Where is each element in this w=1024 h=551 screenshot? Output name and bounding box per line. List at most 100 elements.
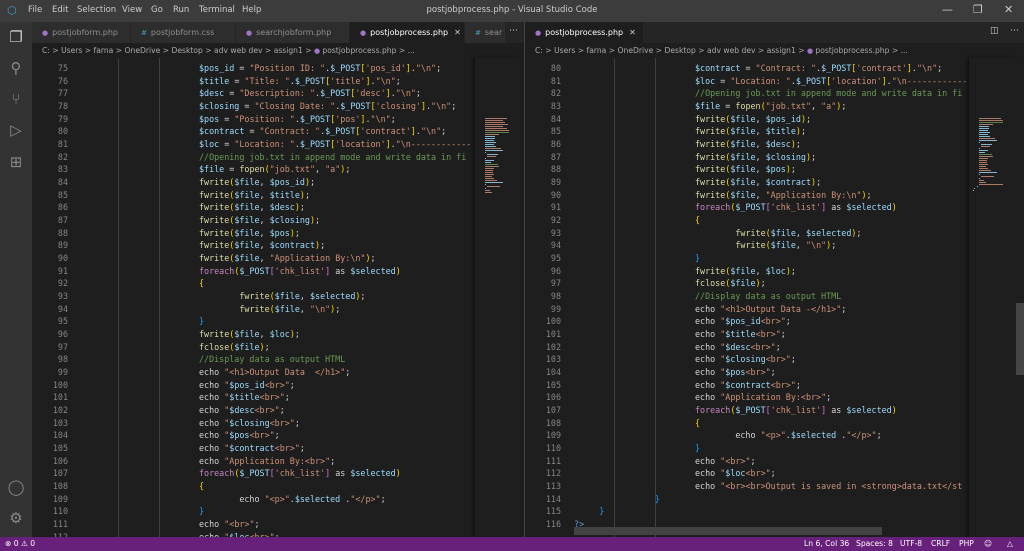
code-line[interactable]: 99 echo "<h1>Output Data -</h1>"; <box>525 303 1024 316</box>
code-line[interactable]: 101 echo "$title<br>"; <box>32 391 524 404</box>
code-line[interactable]: 111 echo "<br>"; <box>32 518 524 531</box>
breadcrumb-item[interactable]: Users <box>554 46 575 55</box>
minimize-button[interactable]: — <box>942 3 953 16</box>
code-line[interactable]: 92 { <box>525 214 1024 227</box>
code-line[interactable]: 96 fwrite($file, $loc); <box>525 265 1024 278</box>
code-line[interactable]: 94 fwrite($file, "\n"); <box>32 303 524 316</box>
line-ending[interactable]: CRLF <box>931 537 950 551</box>
code-line[interactable]: 93 fwrite($file, $selected); <box>32 290 524 303</box>
tab-postjobform-php[interactable]: ● postjobform.php <box>32 22 130 43</box>
code-editor[interactable]: 75 $pos_id = "Position ID: ".$_POST['pos… <box>32 58 524 537</box>
tab-postjobprocess-php[interactable]: ● postjobprocess.php ✕ <box>525 22 643 43</box>
code-line[interactable]: 100 echo "$pos_id<br>"; <box>32 379 524 392</box>
cursor-position[interactable]: Ln 6, Col 36 <box>804 537 849 551</box>
code-line[interactable]: 100 echo "$pos_id<br>"; <box>525 315 1024 328</box>
breadcrumb-item[interactable]: farna <box>587 46 607 55</box>
code-line[interactable]: 88 fwrite($file, $pos); <box>525 163 1024 176</box>
code-line[interactable]: 102 echo "$desc<br>"; <box>32 404 524 417</box>
split-editor-icon[interactable]: ◫ <box>990 26 999 36</box>
scrollbar-thumb[interactable] <box>1016 303 1024 375</box>
code-line[interactable]: 91 foreach($_POST['chk_list'] as $select… <box>525 201 1024 214</box>
breadcrumb-item[interactable]: adv web dev <box>214 46 262 55</box>
extensions-icon[interactable]: ⊞ <box>6 152 26 172</box>
code-line[interactable]: 81 $loc = "Location: ".$_POST['location'… <box>32 138 524 151</box>
tab-postjobform-css[interactable]: # postjobform.css <box>131 22 235 43</box>
code-line[interactable]: 110 } <box>32 505 524 518</box>
code-line[interactable]: 83 $file = fopen("job.txt", "a"); <box>525 100 1024 113</box>
horizontal-scrollbar[interactable] <box>574 527 882 535</box>
code-line[interactable]: 88 fwrite($file, $pos); <box>32 227 524 240</box>
source-control-icon[interactable]: ⑂ <box>6 89 26 109</box>
breadcrumb-item[interactable]: Users <box>61 46 82 55</box>
code-line[interactable]: 95 } <box>525 252 1024 265</box>
code-line[interactable]: 82 //Opening job.txt in append mode and … <box>32 151 524 164</box>
feedback-icon[interactable]: ☺ <box>984 537 992 551</box>
minimap[interactable] <box>475 58 519 537</box>
code-line[interactable]: 86 fwrite($file, $desc); <box>525 138 1024 151</box>
code-line[interactable]: 87 fwrite($file, $closing); <box>32 214 524 227</box>
code-line[interactable]: 105 echo "$contract<br>"; <box>525 379 1024 392</box>
indentation[interactable]: Spaces: 8 <box>856 537 893 551</box>
breadcrumb-item[interactable]: assign1 <box>767 46 796 55</box>
code-line[interactable]: 94 fwrite($file, "\n"); <box>525 239 1024 252</box>
more-actions-icon[interactable]: ⋯ <box>1010 26 1019 36</box>
breadcrumb-item[interactable]: C: <box>42 46 50 55</box>
code-line[interactable]: 95 } <box>32 315 524 328</box>
code-line[interactable]: 99 echo "<h1>Output Data </h1>"; <box>32 366 524 379</box>
code-line[interactable]: 114 } <box>525 493 1024 506</box>
tab-postjobprocess-php[interactable]: ● postjobprocess.php ✕ <box>350 22 464 43</box>
more-actions-icon[interactable]: ⋯ <box>509 26 518 36</box>
breadcrumb-item[interactable]: C: <box>535 46 543 55</box>
code-line[interactable]: 84 fwrite($file, $pos_id); <box>32 176 524 189</box>
breadcrumb-item[interactable]: farna <box>94 46 114 55</box>
breadcrumb-item[interactable]: ... <box>408 46 415 55</box>
breadcrumb-item[interactable]: ... <box>901 46 908 55</box>
code-line[interactable]: 90 fwrite($file, "Application By:\n"); <box>525 189 1024 202</box>
tab-searchjobform-css[interactable]: # sear <box>465 22 505 43</box>
breadcrumb-item[interactable]: adv web dev <box>707 46 755 55</box>
code-editor[interactable]: 80 $contract = "Contract: ".$_POST['cont… <box>525 58 1024 537</box>
problems-indicator[interactable]: ⊗ 0 ⚠ 0 <box>5 537 35 551</box>
code-line[interactable]: 103 echo "$closing<br>"; <box>32 417 524 430</box>
code-line[interactable]: 97 fclose($file); <box>32 341 524 354</box>
gear-icon[interactable]: ⚙ <box>6 508 26 528</box>
close-window-button[interactable]: ✕ <box>1004 3 1013 16</box>
code-line[interactable]: 113 echo "<br><br>Output is saved in <st… <box>525 480 1024 493</box>
code-line[interactable]: 105 echo "$contract<br>"; <box>32 442 524 455</box>
notifications-bell-icon[interactable]: △ <box>1007 537 1013 551</box>
close-tab-icon[interactable]: ✕ <box>629 28 636 37</box>
run-debug-icon[interactable]: ▷ <box>6 120 26 140</box>
code-line[interactable]: 106 echo "Application By:<br>"; <box>525 391 1024 404</box>
code-line[interactable]: 77 $desc = "Description: ".$_POST['desc'… <box>32 87 524 100</box>
code-line[interactable]: 76 $title = "Title: ".$_POST['title']."\… <box>32 75 524 88</box>
code-line[interactable]: 103 echo "$closing<br>"; <box>525 353 1024 366</box>
code-line[interactable]: 108 { <box>525 417 1024 430</box>
code-line[interactable]: 107 foreach($_POST['chk_list'] as $selec… <box>525 404 1024 417</box>
explorer-icon[interactable]: ❐ <box>6 27 26 47</box>
breadcrumb-item[interactable]: postjobprocess.php <box>815 46 889 55</box>
breadcrumb-item[interactable]: Desktop <box>664 46 695 55</box>
code-line[interactable]: 92 { <box>32 277 524 290</box>
encoding[interactable]: UTF-8 <box>900 537 922 551</box>
code-line[interactable]: 85 fwrite($file, $title); <box>525 125 1024 138</box>
code-line[interactable]: 78 $closing = "Closing Date: ".$_POST['c… <box>32 100 524 113</box>
account-icon[interactable]: ◯ <box>6 477 26 497</box>
code-line[interactable]: 112 echo "$loc<br>"; <box>525 467 1024 480</box>
restore-button[interactable]: ❐ <box>973 3 983 16</box>
code-line[interactable]: 106 echo "Application By:<br>"; <box>32 455 524 468</box>
search-icon[interactable]: ⚲ <box>6 58 26 78</box>
code-line[interactable]: 102 echo "$desc<br>"; <box>525 341 1024 354</box>
breadcrumb-item[interactable]: postjobprocess.php <box>322 46 396 55</box>
breadcrumb-item[interactable]: Desktop <box>171 46 202 55</box>
code-line[interactable]: 109 echo "<p>".$selected ."</p>"; <box>525 429 1024 442</box>
vertical-scrollbar[interactable] <box>1016 58 1024 537</box>
code-line[interactable]: 93 fwrite($file, $selected); <box>525 227 1024 240</box>
code-line[interactable]: 91 foreach($_POST['chk_list'] as $select… <box>32 265 524 278</box>
code-line[interactable]: 87 fwrite($file, $closing); <box>525 151 1024 164</box>
code-line[interactable]: 85 fwrite($file, $title); <box>32 189 524 202</box>
code-line[interactable]: 97 fclose($file); <box>525 277 1024 290</box>
code-line[interactable]: 115 } <box>525 505 1024 518</box>
code-line[interactable]: 81 $loc = "Location: ".$_POST['location'… <box>525 75 1024 88</box>
code-line[interactable]: 79 $pos = "Position: ".$_POST['pos']."\n… <box>32 113 524 126</box>
code-line[interactable]: 80 $contract = "Contract: ".$_POST['cont… <box>32 125 524 138</box>
